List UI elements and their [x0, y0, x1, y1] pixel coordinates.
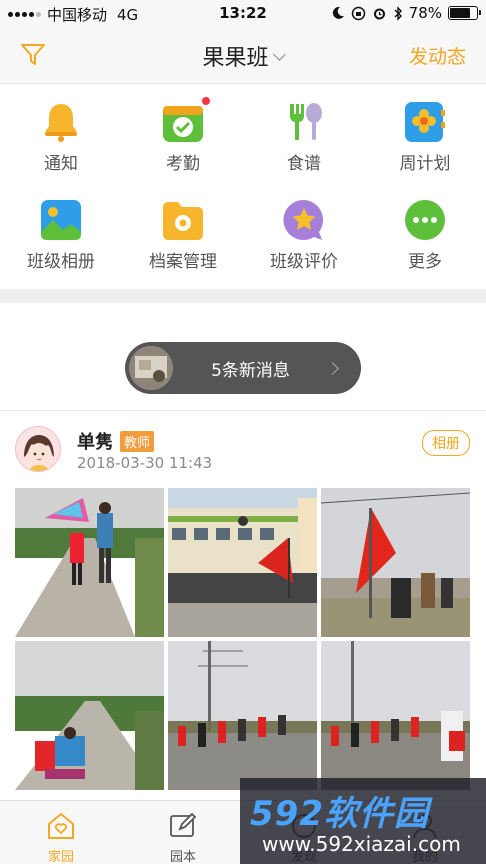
lock-rotation-icon	[351, 6, 365, 20]
grid-item-notice[interactable]: 通知	[0, 88, 122, 184]
section-divider	[0, 289, 486, 303]
folder-gear-icon	[161, 198, 205, 242]
home-heart-icon	[48, 813, 74, 839]
grid-label: 周计划	[399, 154, 451, 174]
grid-label: 通知	[44, 154, 78, 174]
moon-icon	[332, 6, 344, 19]
grid-label: 考勤	[166, 154, 200, 174]
grid-item-class-evaluation[interactable]: 班级评价	[243, 186, 365, 282]
watermark-brand: 592软件园	[250, 794, 429, 834]
post-status-button[interactable]: 发动态	[409, 42, 466, 69]
tab-home[interactable]: 家园	[0, 801, 122, 864]
watermark-url: www.592xiazai.com	[262, 832, 461, 856]
tab-school[interactable]: 园本	[122, 801, 244, 864]
alarm-icon	[373, 8, 385, 19]
status-right: 78%	[331, 4, 481, 22]
status-bar: 中国移动 4G 13:22 78%	[0, 0, 486, 28]
more-dots-icon	[403, 198, 447, 242]
chevron-down-icon	[272, 48, 286, 61]
grid-item-class-album[interactable]: 班级相册	[0, 186, 122, 282]
tab-label: 园本	[169, 850, 196, 864]
avatar[interactable]	[15, 426, 61, 472]
fork-spoon-icon	[282, 100, 326, 144]
class-title: 果果班	[202, 46, 269, 71]
photo-album-icon	[39, 198, 83, 242]
separator	[0, 410, 486, 411]
post-photo[interactable]	[168, 488, 317, 637]
post-author: 单隽	[77, 432, 113, 453]
flower-notebook-icon	[403, 100, 447, 144]
edit-icon	[170, 812, 197, 837]
notification-dot	[201, 96, 211, 106]
role-badge: 教师	[120, 431, 155, 452]
post-photo[interactable]	[321, 488, 470, 637]
post-photo[interactable]	[321, 641, 470, 790]
grid-label: 食谱	[287, 154, 321, 174]
grid-item-attendance[interactable]: 考勤	[122, 88, 244, 184]
star-chat-icon	[282, 198, 326, 242]
calendar-check-icon	[161, 96, 211, 144]
post-photo[interactable]	[168, 641, 317, 790]
grid-label: 档案管理	[149, 252, 217, 272]
new-messages-label: 5条新消息	[211, 360, 290, 381]
chevron-right-icon	[326, 361, 339, 375]
battery-icon	[448, 6, 481, 20]
grid-label: 班级评价	[270, 252, 338, 272]
battery-fill	[450, 8, 471, 18]
grid-item-archive[interactable]: 档案管理	[122, 186, 244, 282]
battery-percent: 78%	[408, 4, 442, 22]
new-messages-button[interactable]: 5条新消息	[125, 342, 361, 394]
tab-label: 家园	[47, 850, 74, 864]
grid-label: 更多	[408, 252, 442, 272]
post-photo[interactable]	[15, 641, 164, 790]
album-button[interactable]: 相册	[422, 430, 470, 456]
grid-item-weekly-plan[interactable]: 周计划	[364, 88, 486, 184]
post-photo[interactable]	[15, 488, 164, 637]
message-thumbnail	[129, 346, 173, 390]
post-timestamp: 2018-03-30 11:43	[77, 454, 213, 472]
bell-icon	[39, 100, 83, 144]
nav-bar: 果果班 发动态	[0, 28, 486, 84]
feature-grid: 通知 考勤 食谱 周计划 班级相册 档案管理 班级评价 更多	[0, 88, 486, 284]
grid-label: 班级相册	[27, 252, 95, 272]
watermark: 592软件园 www.592xiazai.com	[240, 778, 486, 864]
grid-item-more[interactable]: 更多	[364, 186, 486, 282]
grid-item-recipe[interactable]: 食谱	[243, 88, 365, 184]
bluetooth-icon	[394, 5, 402, 21]
